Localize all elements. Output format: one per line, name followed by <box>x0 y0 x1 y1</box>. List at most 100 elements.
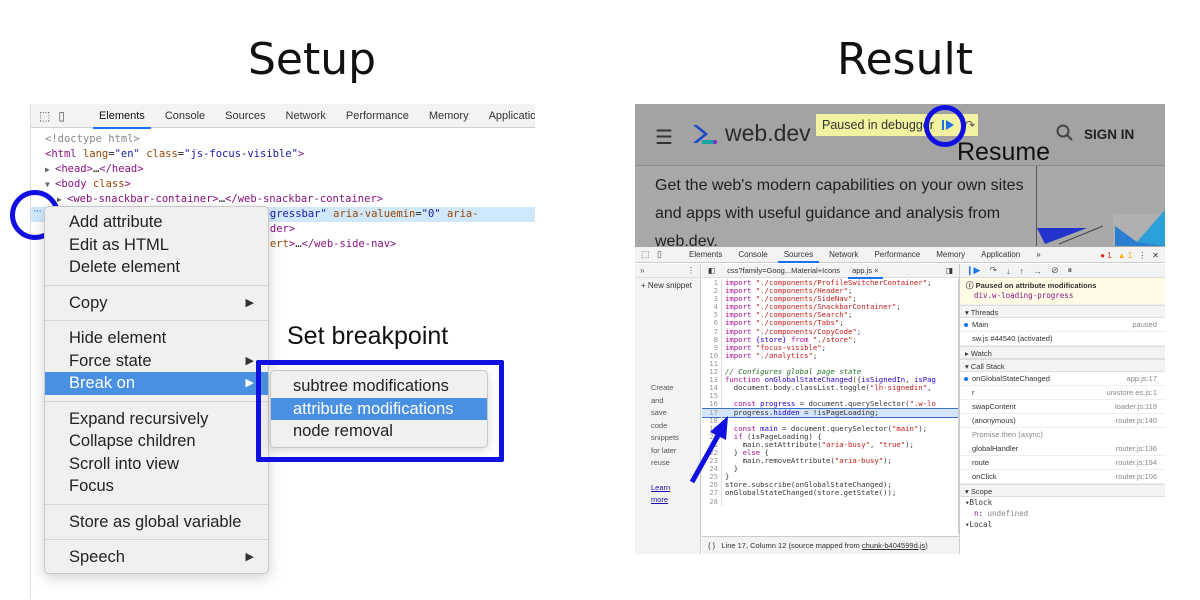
more-tabs-icon[interactable]: » <box>640 266 644 275</box>
editor-tab-app-js[interactable]: app.js × <box>846 264 884 279</box>
menu-item-hide-element[interactable]: Hide element <box>45 327 268 350</box>
call-frame[interactable]: swapContent loader.js:119 <box>960 400 1165 414</box>
dom-node[interactable]: <html lang="en" class="js-focus-visible"… <box>31 147 535 162</box>
tab-console[interactable]: Console <box>155 104 215 128</box>
menu-item-expand-recursively[interactable]: Expand recursively <box>45 408 268 431</box>
inspect-element-icon[interactable]: ⬚ <box>39 109 50 123</box>
tab-network[interactable]: Network <box>276 104 336 128</box>
kebab-menu-icon[interactable]: ⋮ <box>687 266 695 275</box>
thread-item[interactable]: sw.js #44540 (activated) <box>960 332 1165 346</box>
threads-section-header[interactable]: ▾ Threads <box>960 305 1165 318</box>
warning-count[interactable]: ▲ 1 <box>1118 251 1133 260</box>
code-line[interactable]: 14 document.body.classList.toggle("lh-si… <box>702 384 958 393</box>
tab-application[interactable]: Application <box>973 247 1028 263</box>
scope-block[interactable]: ▾Block <box>960 497 1165 508</box>
resume-icon[interactable]: ❙▶ <box>966 265 980 276</box>
menu-item-add-attribute[interactable]: Add attribute <box>45 211 268 234</box>
step-out-icon[interactable]: ↑ <box>1020 266 1025 276</box>
kebab-menu-icon[interactable]: ⋮ <box>1138 251 1146 260</box>
dom-node[interactable]: ▶ <web-snackbar-container>…</web-snackbar… <box>31 192 535 207</box>
toggle-debugger-icon[interactable]: ◨ <box>940 264 959 278</box>
pause-on-exceptions-icon[interactable]: ⏸ <box>1068 265 1073 276</box>
callstack-section-header[interactable]: ▾ Call Stack <box>960 359 1165 372</box>
sign-in-button[interactable]: SIGN IN <box>1084 127 1134 142</box>
tab-elements[interactable]: Elements <box>89 104 155 129</box>
call-frame[interactable]: onGlobalStateChanged app.js:17 <box>960 372 1165 386</box>
menu-item-speech[interactable]: Speech ▶ <box>45 546 268 569</box>
menu-item-scroll-into-view[interactable]: Scroll into view <box>45 453 268 476</box>
menu-item-collapse-children[interactable]: Collapse children <box>45 430 268 453</box>
device-toolbar-icon[interactable]: ▯ <box>657 249 667 260</box>
code-line[interactable]: 28 <box>702 497 958 506</box>
menu-item-edit-as-html[interactable]: Edit as HTML <box>45 234 268 257</box>
source-code[interactable]: 1 import "./components/ProfileSwitcherCon… <box>702 279 959 534</box>
scope-variable[interactable]: n: undefined <box>960 508 1165 519</box>
watch-section-header[interactable]: ▸ Watch <box>960 346 1165 359</box>
code-line[interactable]: 23 main.removeAttribute("aria-busy"); <box>702 456 958 466</box>
dom-node[interactable]: <!doctype html> <box>31 132 535 147</box>
call-frame[interactable]: r unistore.es.js:1 <box>960 386 1165 400</box>
tab-performance[interactable]: Performance <box>336 104 419 128</box>
line-number[interactable]: 7 <box>702 327 722 336</box>
tab-console[interactable]: Console <box>730 247 775 263</box>
menu-item-store-as-global-variable[interactable]: Store as global variable <box>45 511 268 534</box>
step-into-icon[interactable]: ↓ <box>1006 266 1011 276</box>
call-frame-location[interactable]: loader.js:119 <box>1115 400 1157 413</box>
source-map-link[interactable]: chunk-b404599d.js <box>862 541 925 550</box>
tab-sources[interactable]: Sources <box>776 247 821 263</box>
site-name[interactable]: web.dev <box>725 120 811 147</box>
call-frame-location[interactable]: router.js:194 <box>1116 456 1157 469</box>
code-line[interactable]: 24 } <box>702 465 958 474</box>
scope-local[interactable]: ▾Local <box>960 519 1165 530</box>
code-line[interactable]: 17 progress.hidden = !isPageLoading; <box>702 407 958 418</box>
scope-section-header[interactable]: ▾ Scope <box>960 484 1165 497</box>
tab-memory[interactable]: Memory <box>419 104 479 128</box>
tab-sources[interactable]: Sources <box>215 104 275 128</box>
pretty-print-icon[interactable]: { } <box>708 541 715 550</box>
issue-badges[interactable]: ● 1 ▲ 1 ⋮ ✕ <box>1100 247 1159 263</box>
tab-applicatio[interactable]: Applicatio <box>479 104 535 128</box>
toggle-navigator-icon[interactable]: ◧ <box>702 264 721 278</box>
close-icon[interactable]: ✕ <box>1152 251 1159 260</box>
device-toolbar-icon[interactable]: ▯ <box>58 109 65 123</box>
menu-item-delete-element[interactable]: Delete element <box>45 256 268 279</box>
tab-memory[interactable]: Memory <box>928 247 973 263</box>
call-frame[interactable]: route router.js:194 <box>960 456 1165 470</box>
dom-node[interactable]: ▶ <head>…</head> <box>31 162 535 177</box>
menu-item-force-state[interactable]: Force state ▶ <box>45 350 268 373</box>
tab-network[interactable]: Network <box>821 247 866 263</box>
call-frame-location[interactable]: router.js:106 <box>1116 470 1157 483</box>
call-frame[interactable]: onClick router.js:106 <box>960 470 1165 484</box>
editor-tab-css-family-goog-material-icons[interactable]: css?family=Goog...Material+Icons <box>721 264 846 278</box>
call-frame-location[interactable]: app.js:17 <box>1127 372 1157 385</box>
line-number[interactable]: 6 <box>702 319 722 328</box>
line-number[interactable]: 28 <box>702 497 722 506</box>
menu-item-break-on[interactable]: Break on ▶ <box>45 372 268 395</box>
call-frame-location[interactable]: router.js:140 <box>1116 414 1157 427</box>
line-number[interactable]: 3 <box>702 295 722 304</box>
deactivate-breakpoints-icon[interactable]: ⊘ <box>1051 265 1059 276</box>
call-frame[interactable]: globalHandler router.js:136 <box>960 442 1165 456</box>
paused-node[interactable]: div.w-loading-progress <box>966 291 1159 301</box>
menu-item-copy[interactable]: Copy ▶ <box>45 292 268 315</box>
hamburger-menu-icon[interactable]: ☰ <box>655 125 673 150</box>
line-number[interactable]: 1 <box>702 279 722 288</box>
line-number[interactable]: 2 <box>702 286 722 296</box>
tab-more[interactable]: » <box>1028 247 1048 263</box>
dom-node[interactable]: ▼ <body class> <box>31 177 535 192</box>
line-number[interactable]: 8 <box>702 335 722 344</box>
line-number[interactable]: 4 <box>702 303 722 312</box>
line-number[interactable]: 5 <box>702 311 722 320</box>
new-snippet-button[interactable]: + New snippet <box>635 278 700 293</box>
search-icon[interactable] <box>1055 123 1075 143</box>
inspect-element-icon[interactable]: ⬚ <box>641 249 651 260</box>
call-frame[interactable]: (anonymous) router.js:140 <box>960 414 1165 428</box>
tab-performance[interactable]: Performance <box>866 247 928 263</box>
call-frame-location[interactable]: unistore.es.js:1 <box>1107 386 1157 399</box>
call-frame-location[interactable]: router.js:136 <box>1116 442 1157 455</box>
step-over-icon[interactable]: ↷ <box>989 265 997 276</box>
thread-item[interactable]: Main paused <box>960 318 1165 332</box>
error-count[interactable]: ● 1 <box>1100 251 1112 260</box>
step-icon[interactable]: → <box>1033 266 1042 276</box>
tab-elements[interactable]: Elements <box>681 247 730 263</box>
